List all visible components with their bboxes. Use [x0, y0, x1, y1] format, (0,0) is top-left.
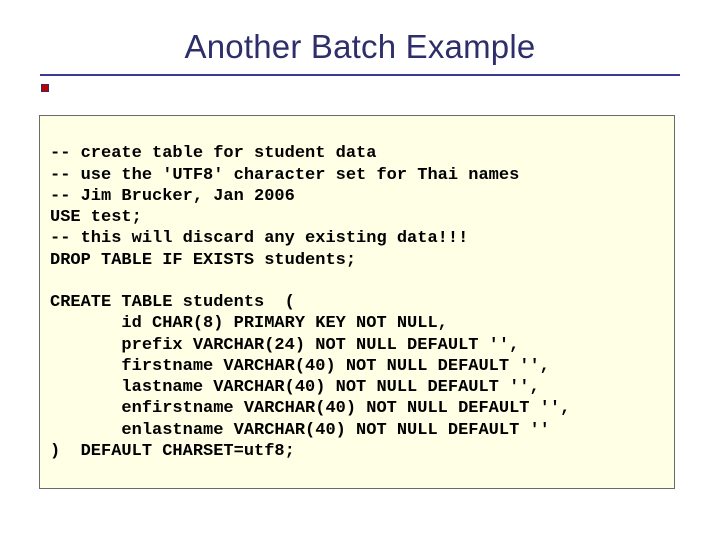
- code-line: -- this will discard any existing data!!…: [50, 229, 468, 248]
- code-line: lastname VARCHAR(40) NOT NULL DEFAULT ''…: [50, 378, 540, 397]
- code-line: CREATE TABLE students (: [50, 293, 295, 312]
- code-line: id CHAR(8) PRIMARY KEY NOT NULL,: [50, 314, 448, 333]
- code-line: USE test;: [50, 208, 142, 227]
- code-line: firstname VARCHAR(40) NOT NULL DEFAULT '…: [50, 357, 550, 376]
- slide: Another Batch Example -- create table fo…: [0, 0, 720, 540]
- code-line: prefix VARCHAR(24) NOT NULL DEFAULT '',: [50, 336, 519, 355]
- code-line: -- create table for student data: [50, 144, 376, 163]
- code-line: -- Jim Brucker, Jan 2006: [50, 187, 295, 206]
- code-line: enlastname VARCHAR(40) NOT NULL DEFAULT …: [50, 421, 550, 440]
- code-line: DROP TABLE IF EXISTS students;: [50, 251, 356, 270]
- code-line: ) DEFAULT CHARSET=utf8;: [50, 442, 295, 461]
- code-line: -- use the 'UTF8' character set for Thai…: [50, 166, 519, 185]
- accent-square-icon: [41, 84, 49, 92]
- title-underline: [40, 74, 680, 76]
- code-block: -- create table for student data -- use …: [39, 115, 675, 489]
- slide-title: Another Batch Example: [0, 28, 720, 66]
- code-line: enfirstname VARCHAR(40) NOT NULL DEFAULT…: [50, 399, 570, 418]
